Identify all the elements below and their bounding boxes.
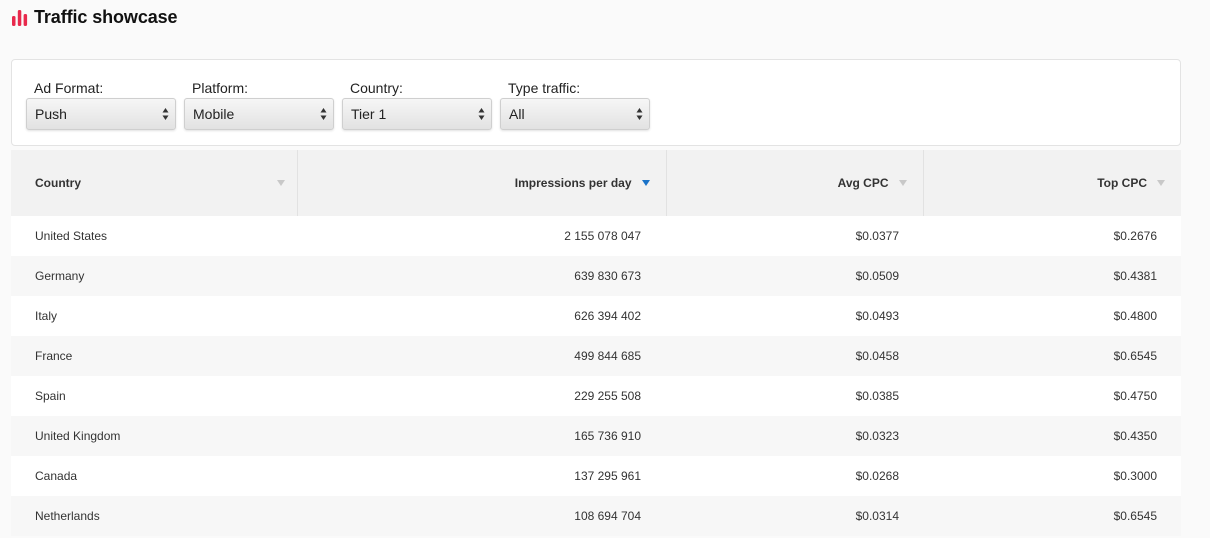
cell-top-cpc: $0.4381 [1113,269,1157,283]
filter-label: Type traffic: [508,80,581,96]
page-header: Traffic showcase [11,6,178,28]
cell-top-cpc: $0.3000 [1113,469,1157,483]
table-row: Netherlands 108 694 704 $0.0314 $0.6545 [11,496,1181,536]
cell-avg-cpc: $0.0493 [855,309,899,323]
column-header-country[interactable]: Country [11,150,298,216]
column-header-impressions[interactable]: Impressions per day [297,150,667,216]
table-row: France 499 844 685 $0.0458 $0.6545 [11,336,1181,376]
traffic-table-container: Country Impressions per day Avg CPC Top … [11,150,1181,536]
filter-label: Ad Format: [34,80,104,96]
bar-chart-icon [12,10,28,26]
filter-ad-format: Ad Format: Push [26,79,176,130]
select-value: Push [35,106,67,122]
type-traffic-select[interactable]: All [500,98,650,130]
cell-top-cpc: $0.6545 [1113,509,1157,523]
cell-country: Germany [35,269,85,283]
cell-impressions: 639 830 673 [574,269,641,283]
traffic-table: Country Impressions per day Avg CPC Top … [11,150,1181,536]
cell-avg-cpc: $0.0385 [855,389,899,403]
cell-country: Canada [35,469,78,483]
cell-country: Netherlands [35,509,100,523]
cell-top-cpc: $0.4750 [1113,389,1157,403]
cell-country: France [35,349,73,363]
cell-impressions: 626 394 402 [574,309,641,323]
table-row: Canada 137 295 961 $0.0268 $0.3000 [11,456,1181,496]
cell-impressions: 137 295 961 [574,469,641,483]
cell-impressions: 108 694 704 [574,509,641,523]
sort-down-icon [1157,180,1165,186]
table-header-row: Country Impressions per day Avg CPC Top … [11,150,1181,216]
cell-country: Spain [35,389,66,403]
cell-impressions: 165 736 910 [574,429,641,443]
column-header-label: Impressions per day [514,176,632,190]
cell-impressions: 229 255 508 [574,389,641,403]
page-title: Traffic showcase [34,6,178,27]
filter-label: Platform: [192,80,249,96]
filter-panel: Ad Format: Push Platform: Mobile Country… [11,59,1181,146]
table-row: Germany 639 830 673 $0.0509 $0.4381 [11,256,1181,296]
column-header-label: Country [35,176,81,190]
select-arrows-icon [162,108,169,120]
filter-platform: Platform: Mobile [184,79,334,130]
select-arrows-icon [478,108,485,120]
cell-top-cpc: $0.4350 [1113,429,1157,443]
cell-top-cpc: $0.4800 [1113,309,1157,323]
cell-avg-cpc: $0.0314 [855,509,899,523]
select-value: Tier 1 [351,106,387,122]
cell-top-cpc: $0.2676 [1113,229,1157,243]
country-select[interactable]: Tier 1 [342,98,492,130]
sort-down-active-icon [641,180,650,186]
select-value: All [509,106,525,122]
filter-label: Country: [350,80,403,96]
column-header-label: Top CPC [1097,176,1147,190]
filter-type-traffic: Type traffic: All [500,79,650,130]
cell-avg-cpc: $0.0509 [855,269,899,283]
cell-impressions: 499 844 685 [574,349,641,363]
sort-down-icon [898,180,907,186]
table-row: Spain 229 255 508 $0.0385 $0.4750 [11,376,1181,416]
platform-select[interactable]: Mobile [184,98,334,130]
table-row: Italy 626 394 402 $0.0493 $0.4800 [11,296,1181,336]
table-row: United States 2 155 078 047 $0.0377 $0.2… [11,216,1181,256]
sort-down-icon [276,180,285,186]
ad-format-select[interactable]: Push [26,98,176,130]
cell-avg-cpc: $0.0458 [855,349,899,363]
select-arrows-icon [636,108,643,120]
column-header-avg-cpc[interactable]: Avg CPC [666,150,924,216]
filter-country: Country: Tier 1 [342,79,492,130]
select-value: Mobile [193,106,235,122]
select-arrows-icon [320,108,327,120]
cell-avg-cpc: $0.0377 [855,229,899,243]
cell-avg-cpc: $0.0323 [855,429,899,443]
cell-country: United Kingdom [35,429,121,443]
column-header-top-cpc[interactable]: Top CPC [923,150,1181,216]
table-row: United Kingdom 165 736 910 $0.0323 $0.43… [11,416,1181,456]
cell-country: United States [35,229,108,243]
cell-top-cpc: $0.6545 [1113,349,1157,363]
cell-country: Italy [35,309,58,323]
cell-avg-cpc: $0.0268 [855,469,899,483]
column-header-label: Avg CPC [837,176,889,190]
cell-impressions: 2 155 078 047 [564,229,641,243]
